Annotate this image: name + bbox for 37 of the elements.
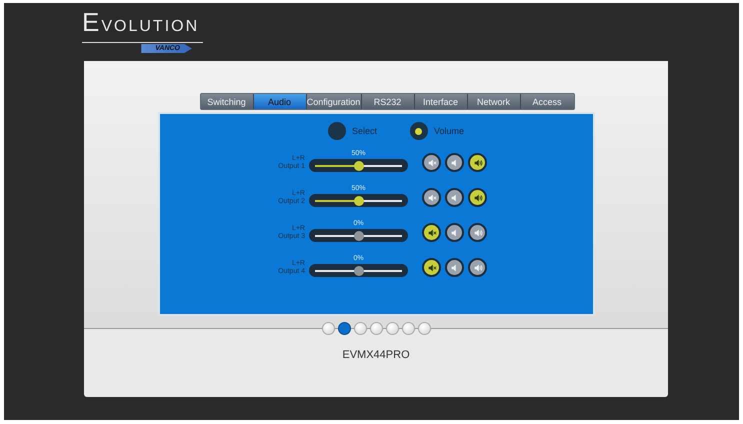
volume-icon bbox=[472, 192, 482, 202]
mute-icon bbox=[426, 262, 436, 272]
volume-icon bbox=[472, 228, 482, 238]
volume-icon bbox=[472, 158, 482, 168]
mute-icon bbox=[426, 192, 436, 202]
mute-icon bbox=[426, 158, 436, 168]
volume-up-button[interactable] bbox=[468, 258, 487, 277]
model-name: EVMX44PRO bbox=[342, 349, 410, 361]
logo-title: EVOLUTION bbox=[82, 7, 204, 43]
radio-label: Select bbox=[352, 126, 377, 136]
mute-button[interactable] bbox=[422, 153, 441, 172]
volume-down-button[interactable] bbox=[445, 223, 464, 242]
volume-slider[interactable] bbox=[309, 159, 408, 172]
volume-slider[interactable] bbox=[309, 264, 408, 277]
volume-slider[interactable] bbox=[309, 194, 408, 207]
volume-icon bbox=[472, 262, 482, 272]
mute-button[interactable] bbox=[422, 258, 441, 277]
mute-icon bbox=[426, 228, 436, 238]
volume-up-button[interactable] bbox=[468, 223, 487, 242]
radio-label: Volume bbox=[434, 126, 464, 136]
mute-button[interactable] bbox=[422, 188, 441, 207]
tab[interactable]: Interface bbox=[414, 94, 468, 109]
volume-down-button[interactable] bbox=[445, 188, 464, 207]
volume-up-button[interactable] bbox=[468, 188, 487, 207]
tab[interactable]: Audio bbox=[254, 94, 306, 109]
radio-button[interactable] bbox=[328, 122, 346, 140]
volume-down-button[interactable] bbox=[445, 258, 464, 277]
tab[interactable]: Network bbox=[468, 94, 520, 109]
tab[interactable]: Switching bbox=[200, 94, 254, 109]
mute-button[interactable] bbox=[422, 223, 441, 242]
volume-up-button[interactable] bbox=[468, 153, 487, 172]
tab[interactable]: RS232 bbox=[362, 94, 414, 109]
volume-slider[interactable] bbox=[309, 229, 408, 242]
tab[interactable]: Configuration bbox=[306, 94, 362, 109]
volume-down-button[interactable] bbox=[445, 153, 464, 172]
tab[interactable]: Access bbox=[520, 94, 574, 109]
radio-button[interactable] bbox=[410, 122, 428, 140]
